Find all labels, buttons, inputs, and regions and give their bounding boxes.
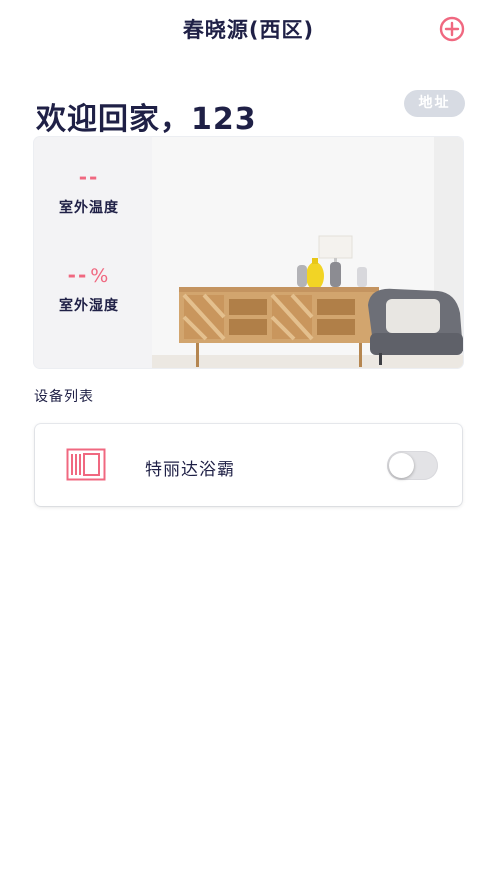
add-button[interactable]	[439, 16, 465, 42]
device-card[interactable]: 特丽达浴霸	[35, 424, 462, 506]
weather-card: -- 室外温度 --% 室外湿度	[34, 137, 463, 368]
device-power-toggle[interactable]	[387, 451, 438, 480]
welcome-text: 欢迎回家，123	[36, 102, 257, 137]
humidity-value: --	[67, 263, 89, 287]
device-list-title: 设备列表	[34, 389, 94, 405]
device-name: 特丽达浴霸	[145, 460, 235, 480]
outdoor-temperature: -- 室外温度	[34, 165, 144, 217]
humidity-unit: %	[90, 265, 111, 287]
bath-heater-icon	[66, 448, 106, 481]
humidity-label: 室外湿度	[59, 298, 119, 314]
outdoor-humidity: --% 室外湿度	[34, 263, 144, 315]
address-button[interactable]: 地址	[404, 90, 465, 117]
humidity-value-row: --%	[34, 263, 144, 291]
toggle-knob	[389, 453, 414, 478]
temperature-label: 室外温度	[59, 200, 119, 216]
temperature-value: --	[78, 165, 100, 189]
header: 春晓源(西区)	[0, 0, 497, 62]
plus-circle-icon	[439, 16, 465, 42]
page-title: 春晓源(西区)	[182, 18, 315, 42]
